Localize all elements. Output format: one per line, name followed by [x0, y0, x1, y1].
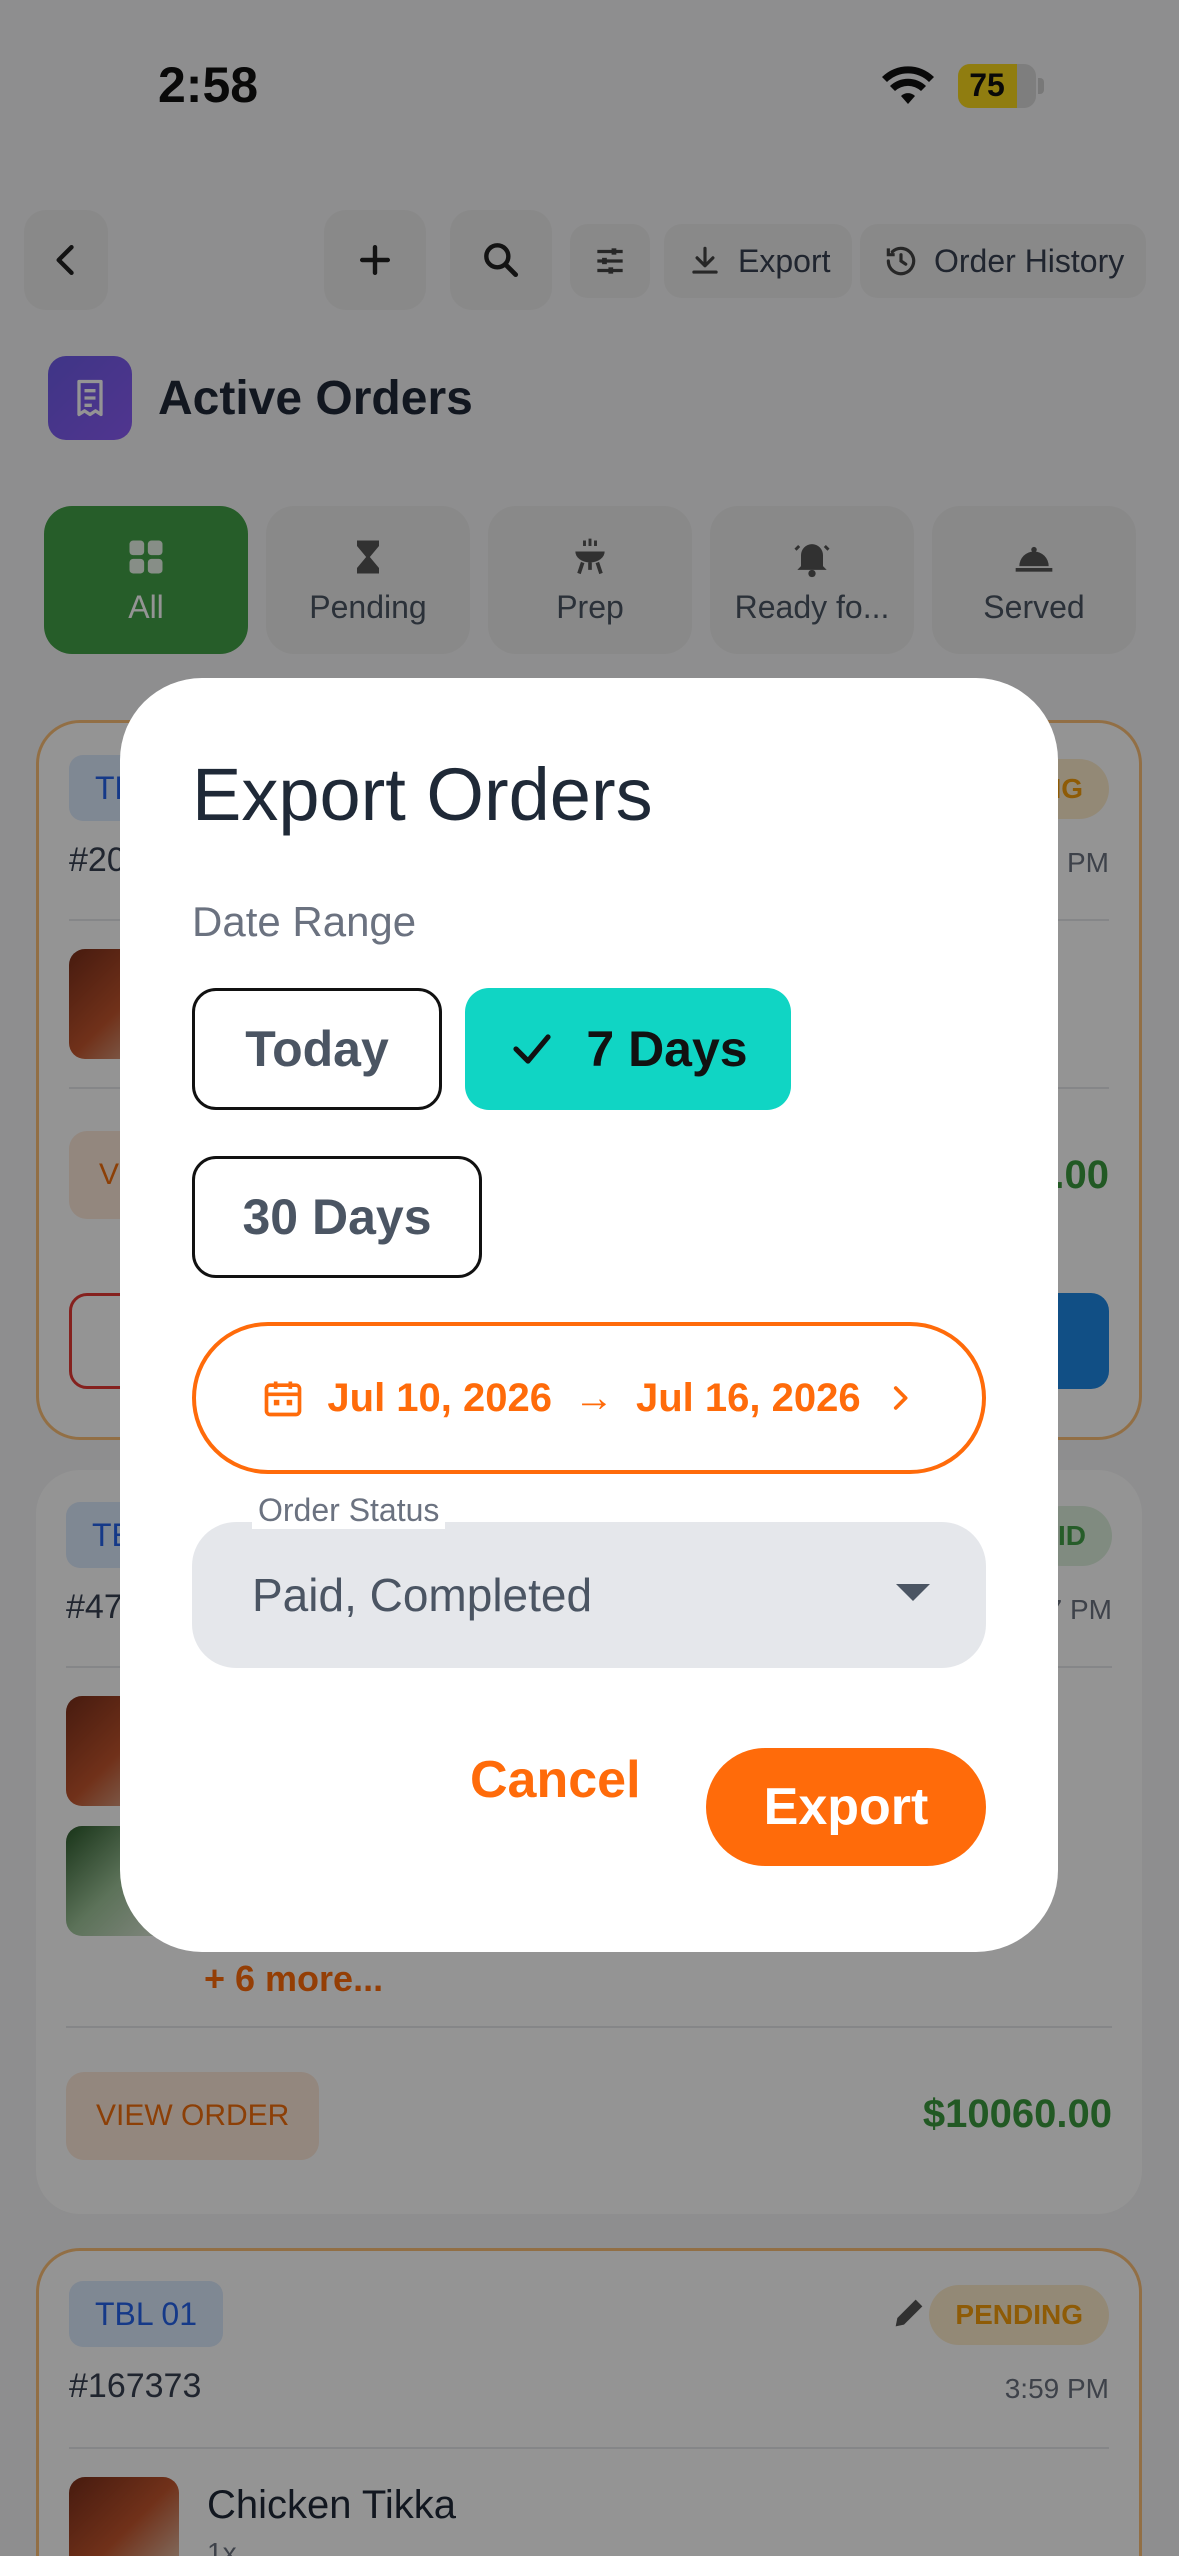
order-status-value: Paid, Completed	[252, 1569, 593, 1621]
chip-today[interactable]: Today	[192, 988, 442, 1110]
chip-7-days-label: 7 Days	[586, 1021, 748, 1077]
export-orders-dialog: Export Orders Date Range Today 7 Days 30…	[120, 678, 1058, 1952]
dropdown-caret-icon	[896, 1584, 930, 1601]
date-range-picker[interactable]: Jul 10, 2026 → Jul 16, 2026	[192, 1322, 986, 1474]
chip-7-days[interactable]: 7 Days	[465, 988, 791, 1110]
chevron-right-icon	[893, 1386, 908, 1410]
range-arrow: →	[574, 1375, 614, 1420]
calendar-icon	[265, 1381, 302, 1417]
cancel-button[interactable]: Cancel	[470, 1750, 641, 1810]
check-icon	[513, 1034, 551, 1064]
date-range-label: Date Range	[192, 898, 417, 945]
chip-30-days[interactable]: 30 Days	[192, 1156, 482, 1278]
range-end-date: Jul 16, 2026	[636, 1375, 861, 1420]
order-status-label: Order Status	[252, 1492, 446, 1529]
range-start-date: Jul 10, 2026	[327, 1375, 552, 1420]
export-confirm-button[interactable]: Export	[706, 1748, 986, 1866]
dialog-title: Export Orders	[192, 753, 653, 836]
order-status-dropdown[interactable]: Order Status Paid, Completed	[192, 1492, 986, 1668]
